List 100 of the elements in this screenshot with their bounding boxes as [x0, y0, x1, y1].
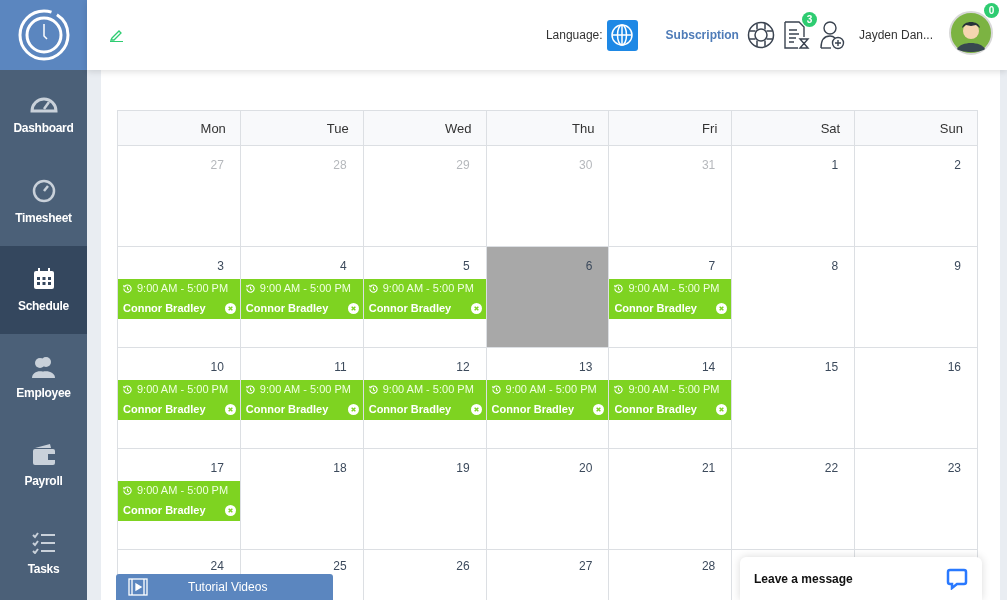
day-cell[interactable]: 8: [732, 247, 856, 348]
day-number: 1: [831, 158, 839, 174]
pencil-icon[interactable]: [109, 28, 125, 42]
employee-name: Connor Bradley: [368, 403, 452, 415]
day-cell[interactable]: 12 9:00 AM - 5:00 PM Connor Bradley: [363, 348, 487, 449]
day-cell[interactable]: 16: [855, 348, 978, 449]
weekday-header: Tue: [240, 111, 364, 146]
day-cell[interactable]: 4 9:00 AM - 5:00 PM Connor Bradley: [240, 247, 364, 348]
day-cell[interactable]: 7 9:00 AM - 5:00 PM Connor Bradley: [609, 247, 733, 348]
employee-name: Connor Bradley: [123, 403, 206, 415]
remove-icon[interactable]: [347, 403, 359, 415]
calendar-icon: [31, 267, 56, 291]
sidebar-item[interactable]: Employee: [0, 334, 87, 422]
day-number: 16: [947, 360, 961, 376]
video-icon: [128, 578, 148, 596]
day-number: 24: [210, 559, 224, 575]
tutorial-videos-button[interactable]: Tutorial Videos: [116, 574, 333, 600]
history-icon: [368, 283, 378, 293]
weekday-header: Sat: [732, 111, 856, 146]
day-number: 6: [585, 259, 593, 275]
day-cell[interactable]: 5 9:00 AM - 5:00 PM Connor Bradley: [363, 247, 487, 348]
sidebar-item[interactable]: Schedule: [0, 246, 87, 334]
clock-logo[interactable]: [0, 0, 87, 70]
weekday-header: Mon: [118, 111, 241, 146]
day-number: 30: [579, 158, 593, 174]
chat-bubble-icon: [946, 567, 968, 590]
history-icon: [123, 384, 132, 394]
shift-time: 9:00 AM - 5:00 PM: [382, 282, 474, 294]
day-cell[interactable]: 2: [855, 146, 978, 247]
remove-icon[interactable]: [470, 302, 482, 314]
sidebar-item[interactable]: Payroll: [0, 422, 87, 510]
history-icon: [614, 384, 624, 394]
day-cell[interactable]: 13 9:00 AM - 5:00 PM Connor Bradley: [486, 348, 610, 449]
shift-time: 9:00 AM - 5:00 PM: [628, 383, 720, 395]
day-number: 11: [334, 360, 347, 376]
day-number: 27: [579, 559, 593, 575]
globe-button[interactable]: [606, 19, 638, 51]
day-cell[interactable]: 22: [732, 449, 856, 550]
day-number: 20: [579, 461, 593, 477]
remove-icon[interactable]: [224, 403, 236, 415]
day-number: 4: [340, 259, 347, 275]
day-number: 27: [210, 158, 224, 174]
day-number: 3: [217, 259, 224, 275]
weekday-header: Fri: [609, 111, 733, 146]
remove-icon[interactable]: [224, 302, 236, 314]
employee-name: Connor Bradley: [614, 403, 697, 415]
day-number: 18: [333, 461, 347, 477]
chat-widget[interactable]: Leave a message: [740, 557, 982, 600]
sidebar-item[interactable]: Tasks: [0, 510, 87, 598]
day-number: 28: [333, 158, 347, 174]
day-cell[interactable]: 11 9:00 AM - 5:00 PM Connor Bradley: [240, 348, 364, 449]
employee-name: Connor Bradley: [368, 302, 452, 314]
shift-time: 9:00 AM - 5:00 PM: [259, 383, 351, 395]
day-number: 7: [708, 259, 716, 275]
day-cell[interactable]: 19: [363, 449, 487, 550]
notification-badge: 3: [801, 12, 817, 27]
lifebuoy-icon[interactable]: [746, 21, 775, 49]
day-number: 23: [947, 461, 961, 477]
day-number: 26: [456, 559, 470, 575]
day-cell[interactable]: 23: [855, 449, 978, 550]
shift-time: 9:00 AM - 5:00 PM: [137, 282, 229, 294]
day-number: 9: [954, 259, 961, 275]
day-cell[interactable]: 14 9:00 AM - 5:00 PM Connor Bradley: [609, 348, 733, 449]
remove-icon[interactable]: [716, 302, 728, 314]
day-cell[interactable]: 10 9:00 AM - 5:00 PM Connor Bradley: [118, 348, 241, 449]
day-cell[interactable]: 3 9:00 AM - 5:00 PM Connor Bradley: [118, 247, 241, 348]
remove-icon[interactable]: [347, 302, 359, 314]
history-icon: [245, 384, 255, 394]
remove-icon[interactable]: [593, 403, 605, 415]
shift-time: 9:00 AM - 5:00 PM: [259, 282, 351, 294]
sidebar-item[interactable]: Timesheet: [0, 158, 87, 246]
shift-time: 9:00 AM - 5:00 PM: [382, 383, 474, 395]
day-cell[interactable]: 21: [609, 449, 733, 550]
user-name[interactable]: Jayden Dan...: [858, 28, 933, 42]
checklist-icon: [31, 532, 56, 554]
day-cell[interactable]: 6: [486, 247, 610, 348]
remove-icon[interactable]: [224, 504, 236, 516]
subscription-link[interactable]: Subscription: [665, 28, 739, 42]
employee-name: Connor Bradley: [245, 302, 329, 314]
day-cell[interactable]: 15: [732, 348, 856, 449]
day-number: 13: [579, 360, 593, 376]
sidebar-item[interactable]: Dashboard: [0, 70, 87, 158]
day-number: 15: [824, 360, 839, 376]
shift-time: 9:00 AM - 5:00 PM: [628, 282, 720, 294]
day-cell[interactable]: 1: [732, 146, 856, 247]
day-number: 10: [210, 360, 224, 376]
day-cell[interactable]: 20: [486, 449, 610, 550]
remove-icon[interactable]: [470, 403, 482, 415]
add-user-icon[interactable]: [818, 20, 845, 50]
chat-label: Leave a message: [754, 571, 853, 586]
shift-time: 9:00 AM - 5:00 PM: [137, 383, 229, 395]
history-icon: [123, 485, 132, 495]
day-number: 29: [456, 158, 470, 174]
shift-time: 9:00 AM - 5:00 PM: [505, 383, 597, 395]
shift-time: 9:00 AM - 5:00 PM: [137, 484, 229, 496]
day-cell[interactable]: 18: [240, 449, 364, 550]
day-cell[interactable]: 9: [855, 247, 978, 348]
day-cell[interactable]: 17 9:00 AM - 5:00 PM Connor Bradley: [118, 449, 241, 550]
day-number: 31: [701, 158, 716, 174]
remove-icon[interactable]: [716, 403, 728, 415]
